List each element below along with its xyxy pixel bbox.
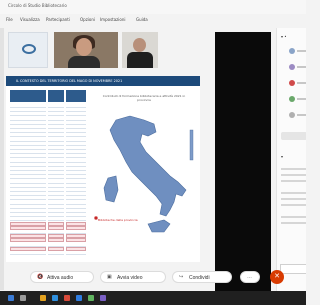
more-options-button[interactable]: …: [240, 271, 260, 283]
os-taskbar: [0, 291, 306, 305]
search-icon[interactable]: [20, 295, 26, 301]
mic-label: Attiva audio: [47, 275, 74, 281]
table-header-3: [66, 90, 86, 102]
participant-avatar[interactable]: [289, 80, 295, 86]
menu-item-partecipanti[interactable]: Partecipanti: [46, 17, 70, 22]
italy-map: [93, 115, 194, 233]
share-button[interactable]: ↪ Condividi: [172, 271, 232, 283]
menu-item-guida[interactable]: Guida: [136, 17, 148, 22]
sardinia: [103, 175, 119, 203]
video-label: Avvia video: [117, 275, 143, 281]
participant-avatar[interactable]: [289, 96, 295, 102]
table-row: [10, 251, 86, 255]
slide-title: IL CONTESTO DEL TERRITORIO DEL MAGO DI N…: [16, 79, 123, 83]
app-icon[interactable]: [100, 295, 106, 301]
participant-video-2[interactable]: [122, 32, 158, 68]
map-panel: Contributi di formazione bibliotecaria e…: [90, 90, 198, 258]
table-cell: [66, 251, 86, 255]
share-label: Condividi: [189, 275, 210, 281]
start-icon[interactable]: [8, 295, 14, 301]
participant-avatar[interactable]: [289, 64, 295, 70]
slide-banner: IL CONTESTO DEL TERRITORIO DEL MAGO DI N…: [6, 76, 200, 86]
table-cell: [48, 251, 64, 255]
video-button[interactable]: ▣ Avvia video: [100, 271, 166, 283]
table-cell: [10, 251, 46, 255]
table-header-1: [10, 90, 46, 102]
logo-icon: [22, 44, 36, 54]
participant-avatar[interactable]: [289, 112, 295, 118]
participant-strip: [8, 32, 198, 68]
chat-section-icon: ▾: [281, 154, 284, 159]
shared-slide: IL CONTESTO DEL TERRITORIO DEL MAGO DI N…: [6, 76, 200, 262]
window-title: Circolo di Studio Bibliotecario: [8, 3, 67, 8]
camera-icon: ▣: [107, 274, 112, 280]
meeting-controls: 🔇 Attiva audio ▣ Avvia video ↪ Condividi…: [0, 266, 306, 288]
menu-item-impostazioni[interactable]: Impostazioni: [100, 17, 125, 22]
participants-panel: ▾ • ▾: [276, 28, 306, 294]
panel-header-icon: ▾ •: [281, 34, 287, 39]
hidden-video-panel: [215, 32, 271, 292]
left-rail: [0, 28, 4, 290]
participant-avatar[interactable]: [289, 48, 295, 54]
title-bar: Circolo di Studio Bibliotecario: [0, 0, 306, 14]
participant-video-1[interactable]: [54, 32, 118, 68]
meeting-app-icon[interactable]: [76, 295, 82, 301]
panel-button[interactable]: [281, 132, 306, 140]
menu-bar: File Visualizza Partecipanti Opzioni Imp…: [0, 16, 270, 25]
end-call-button[interactable]: ✕: [270, 270, 284, 284]
mic-button[interactable]: 🔇 Attiva audio: [30, 271, 94, 283]
participant-logo-tile[interactable]: [8, 32, 48, 68]
statistics-table: [10, 90, 86, 256]
mic-icon: 🔇: [37, 274, 44, 280]
menu-item-file[interactable]: File: [6, 17, 13, 22]
share-icon: ↪: [179, 274, 184, 280]
table-header-2: [48, 90, 64, 102]
media-icon[interactable]: [64, 295, 70, 301]
menu-item-opzioni[interactable]: Opzioni: [80, 17, 95, 22]
map-callout: Biblioteche della provincia: [98, 218, 138, 222]
app-icon[interactable]: [88, 295, 94, 301]
folder-icon[interactable]: [40, 295, 46, 301]
menu-item-visualizza[interactable]: Visualizza: [20, 17, 40, 22]
sicily: [147, 219, 171, 233]
more-icon: …: [247, 274, 252, 280]
italy-mainland: [109, 115, 187, 217]
map-legend: [189, 129, 194, 161]
browser-icon[interactable]: [52, 295, 58, 301]
